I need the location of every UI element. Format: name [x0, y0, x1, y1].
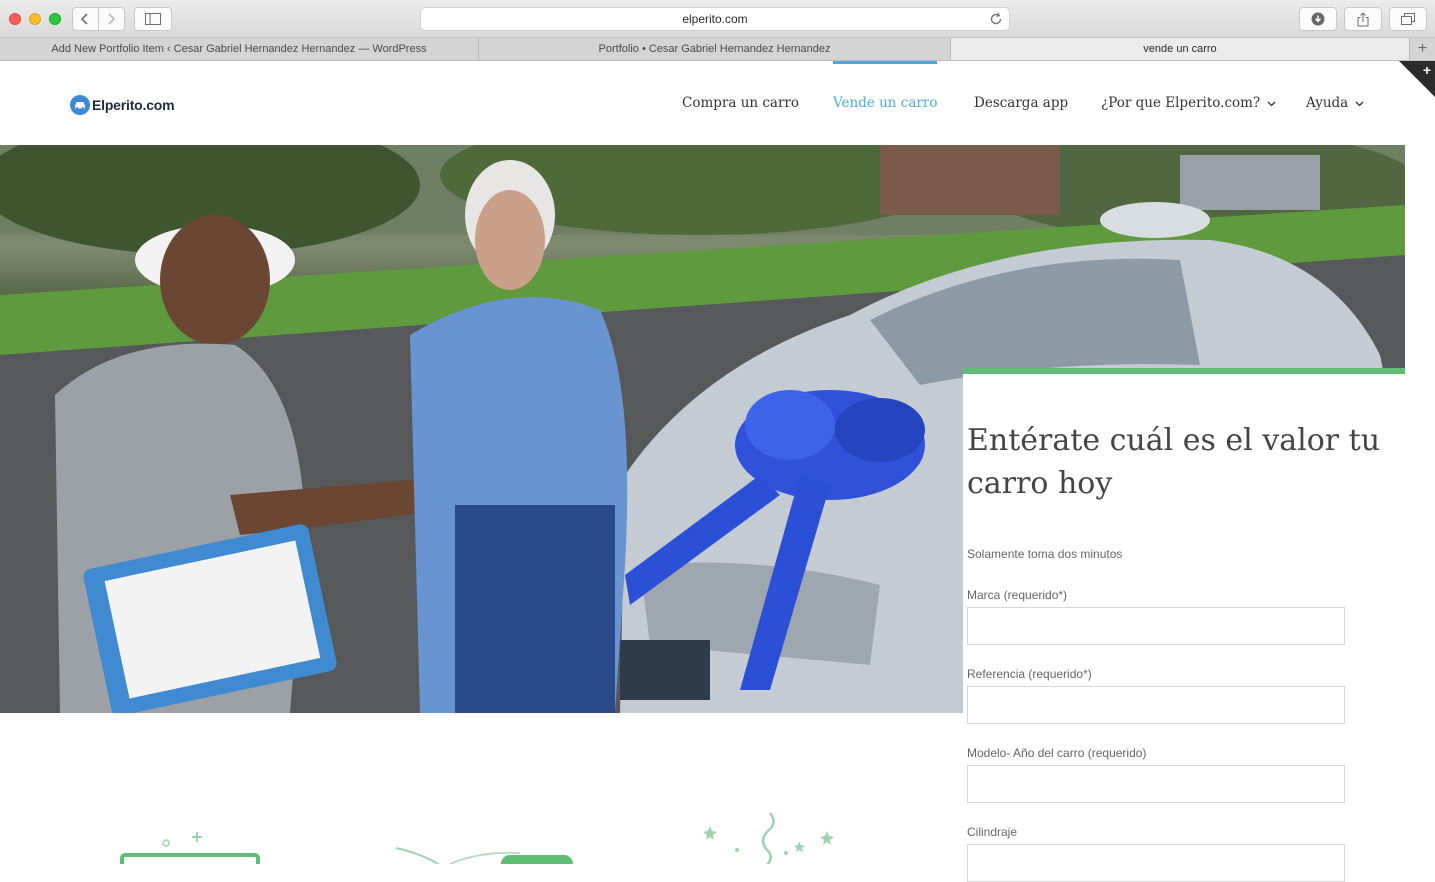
nav-label: Compra un carro	[682, 95, 800, 111]
referencia-input[interactable]	[967, 686, 1345, 724]
plus-icon: +	[1417, 40, 1428, 57]
form-title: Entérate cuál es el valor tu carro hoy	[967, 423, 1381, 501]
sparkle-icon	[162, 832, 202, 847]
nav-label: ¿Por que Elperito.com?	[1101, 95, 1261, 111]
cilindraje-input[interactable]	[967, 844, 1345, 882]
modelo-label: Modelo- Año del carro (requerido)	[967, 746, 1147, 760]
downloads-button[interactable]	[1299, 7, 1337, 31]
tab-vende-un-carro[interactable]: vende un carro	[951, 38, 1410, 60]
url-text: elperito.com	[682, 12, 748, 26]
tabs-icon	[1401, 13, 1415, 25]
sidebar-icon	[145, 13, 161, 25]
reload-icon[interactable]	[989, 12, 1003, 29]
plus-icon[interactable]: +	[1423, 62, 1431, 78]
car-outline-icon	[395, 847, 573, 875]
nav-label: Vende un carro	[833, 95, 938, 111]
new-tab-button[interactable]: +	[1410, 38, 1435, 60]
zoom-window-button[interactable]	[49, 13, 61, 25]
logo-text: Elperito.com	[92, 97, 175, 113]
chevron-down-icon	[1267, 95, 1276, 111]
car-icon	[70, 95, 90, 115]
address-bar[interactable]: elperito.com	[420, 7, 1010, 31]
tab-label: Add New Portfolio Item ‹ Cesar Gabriel H…	[51, 43, 427, 55]
history-nav	[72, 7, 125, 31]
cilindraje-label: Cilindraje	[967, 825, 1018, 839]
referencia-label: Referencia (requerido*)	[967, 667, 1092, 681]
tab-bar: Add New Portfolio Item ‹ Cesar Gabriel H…	[0, 38, 1435, 61]
chevron-left-icon	[81, 13, 88, 25]
nav-label: Descarga app	[974, 95, 1069, 111]
back-button[interactable]	[72, 7, 99, 31]
close-window-button[interactable]	[9, 13, 21, 25]
chevron-down-icon	[1355, 95, 1364, 111]
nav-ayuda[interactable]: Ayuda	[1306, 61, 1364, 145]
site-header: Elperito.com Compra un carro Vende un ca…	[0, 61, 1435, 145]
nav-compra-un-carro[interactable]: Compra un carro	[682, 61, 799, 145]
share-icon	[1357, 11, 1369, 26]
tab-portfolio[interactable]: Portfolio • Cesar Gabriel Hernandez Hern…	[479, 38, 951, 60]
nav-label: Ayuda	[1306, 95, 1349, 111]
valuation-form-card: Entérate cuál es el valor tu carro hoy S…	[963, 368, 1405, 882]
tab-label: Portfolio • Cesar Gabriel Hernandez Hern…	[598, 43, 831, 55]
marca-input[interactable]	[967, 607, 1345, 645]
forward-button[interactable]	[98, 7, 125, 31]
tabs-overview-button[interactable]	[1389, 7, 1427, 31]
browser-titlebar: elperito.com	[0, 0, 1435, 38]
tab-label: vende un carro	[1143, 43, 1217, 55]
nav-vende-un-carro[interactable]: Vende un carro	[833, 61, 938, 145]
nav-descarga-app[interactable]: Descarga app	[974, 61, 1068, 145]
form-subtitle: Solamente toma dos minutos	[967, 547, 1123, 561]
chevron-right-icon	[108, 13, 116, 25]
feature-illustrations	[120, 812, 834, 877]
marca-label: Marca (requerido*)	[967, 588, 1068, 602]
modelo-input[interactable]	[967, 765, 1345, 803]
download-icon	[1311, 12, 1325, 26]
confetti-icon	[703, 812, 834, 866]
tab-wordpress[interactable]: Add New Portfolio Item ‹ Cesar Gabriel H…	[0, 38, 479, 60]
nav-por-que-elperito[interactable]: ¿Por que Elperito.com?	[1101, 61, 1276, 145]
minimize-window-button[interactable]	[29, 13, 41, 25]
share-button[interactable]	[1344, 7, 1382, 31]
features-section	[0, 713, 963, 877]
sidebar-toggle-button[interactable]	[134, 7, 172, 31]
laptop-icon	[120, 853, 260, 877]
site-logo[interactable]: Elperito.com	[70, 95, 175, 115]
